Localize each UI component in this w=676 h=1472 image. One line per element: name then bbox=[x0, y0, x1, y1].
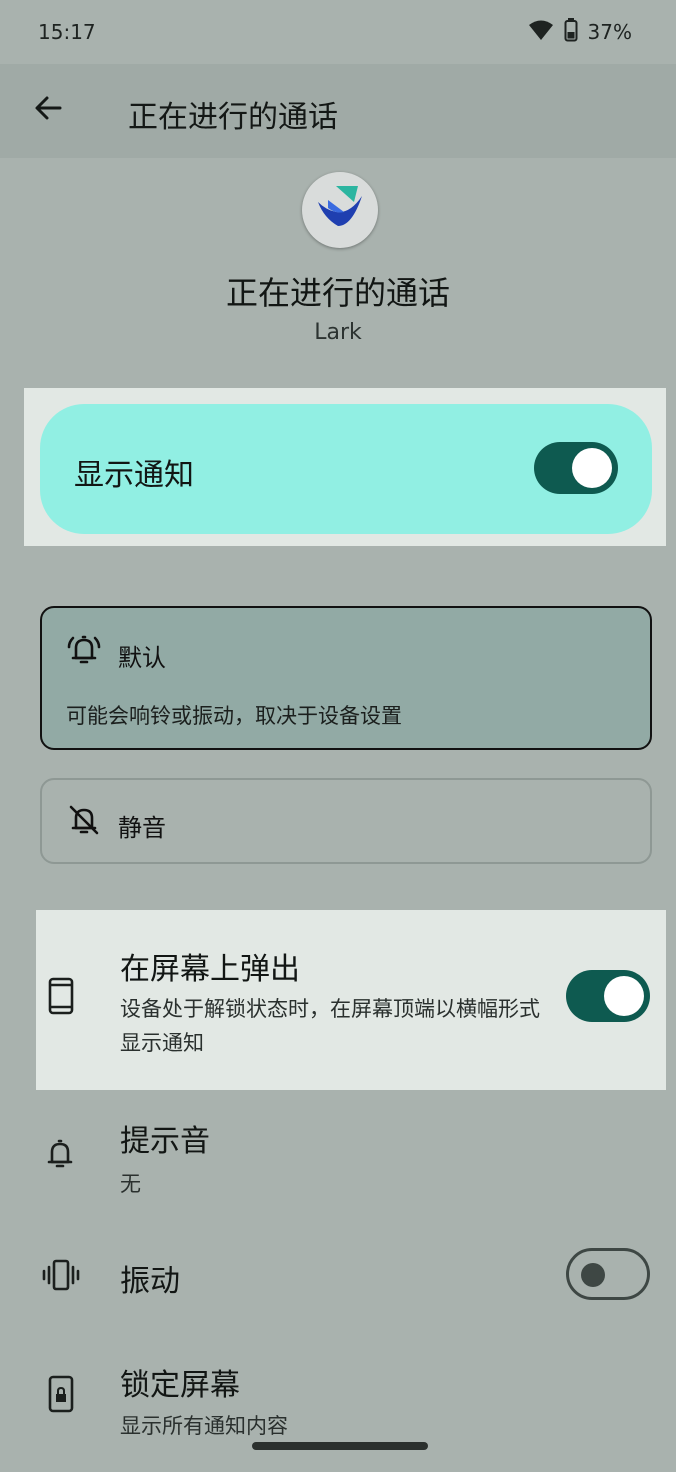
toggle-knob bbox=[572, 448, 612, 488]
popup-setting-title: 在屏幕上弹出 bbox=[120, 952, 300, 987]
vibration-setting-row[interactable]: 振动 bbox=[0, 1228, 676, 1324]
option-silent-title: 静音 bbox=[118, 814, 166, 842]
option-silent[interactable]: 静音 bbox=[40, 778, 652, 864]
lock-screen-setting-row[interactable]: 锁定屏幕 显示所有通知内容 bbox=[0, 1344, 676, 1440]
vibrate-icon bbox=[42, 1258, 80, 1296]
option-default-description: 可能会响铃或振动，取决于设备设置 bbox=[66, 704, 402, 728]
app-icon bbox=[302, 172, 378, 248]
show-notifications-toggle[interactable] bbox=[534, 442, 618, 494]
lock-screen-icon bbox=[46, 1374, 76, 1418]
popup-toggle[interactable] bbox=[566, 970, 650, 1022]
popup-setting-row[interactable]: 在屏幕上弹出 设备处于解锁状态时，在屏幕顶端以横幅形式显示通知 bbox=[36, 910, 666, 1090]
bell-ringing-icon bbox=[66, 632, 102, 672]
lock-screen-setting-title: 锁定屏幕 bbox=[120, 1368, 240, 1403]
back-button[interactable] bbox=[28, 90, 68, 130]
option-default[interactable]: 默认 可能会响铃或振动，取决于设备设置 bbox=[40, 606, 652, 750]
battery-icon bbox=[564, 18, 578, 46]
toggle-knob bbox=[581, 1263, 605, 1287]
channel-app-name: Lark bbox=[314, 320, 362, 345]
battery-percent: 37% bbox=[587, 20, 632, 44]
app-bar: 正在进行的通话 bbox=[0, 64, 676, 158]
vibration-toggle[interactable] bbox=[566, 1248, 650, 1300]
gesture-nav-handle[interactable] bbox=[252, 1442, 428, 1450]
show-notifications-label: 显示通知 bbox=[74, 458, 194, 493]
wifi-icon bbox=[528, 19, 554, 45]
sound-setting-row[interactable]: 提示音 无 bbox=[0, 1100, 676, 1200]
phone-icon bbox=[46, 976, 76, 1020]
app-bar-title: 正在进行的通话 bbox=[128, 100, 338, 135]
show-notifications-card[interactable]: 显示通知 bbox=[40, 404, 652, 534]
sound-setting-value: 无 bbox=[120, 1172, 141, 1196]
vibration-setting-title: 振动 bbox=[120, 1264, 180, 1299]
lark-logo-icon bbox=[314, 182, 366, 238]
status-time: 15:17 bbox=[38, 20, 96, 44]
channel-title: 正在进行的通话 bbox=[225, 274, 450, 312]
toggle-knob bbox=[604, 976, 644, 1016]
show-notifications-section: 显示通知 bbox=[24, 388, 666, 546]
status-icons: 37% bbox=[528, 18, 632, 46]
sound-setting-title: 提示音 bbox=[120, 1124, 210, 1159]
arrow-back-icon bbox=[33, 93, 63, 127]
option-default-title: 默认 bbox=[118, 644, 166, 672]
status-bar: 15:17 37% bbox=[0, 0, 676, 64]
bell-off-icon bbox=[66, 802, 102, 842]
popup-setting-description: 设备处于解锁状态时，在屏幕顶端以横幅形式显示通知 bbox=[120, 997, 540, 1055]
lock-screen-setting-value: 显示所有通知内容 bbox=[120, 1414, 288, 1438]
bell-icon bbox=[42, 1136, 78, 1176]
